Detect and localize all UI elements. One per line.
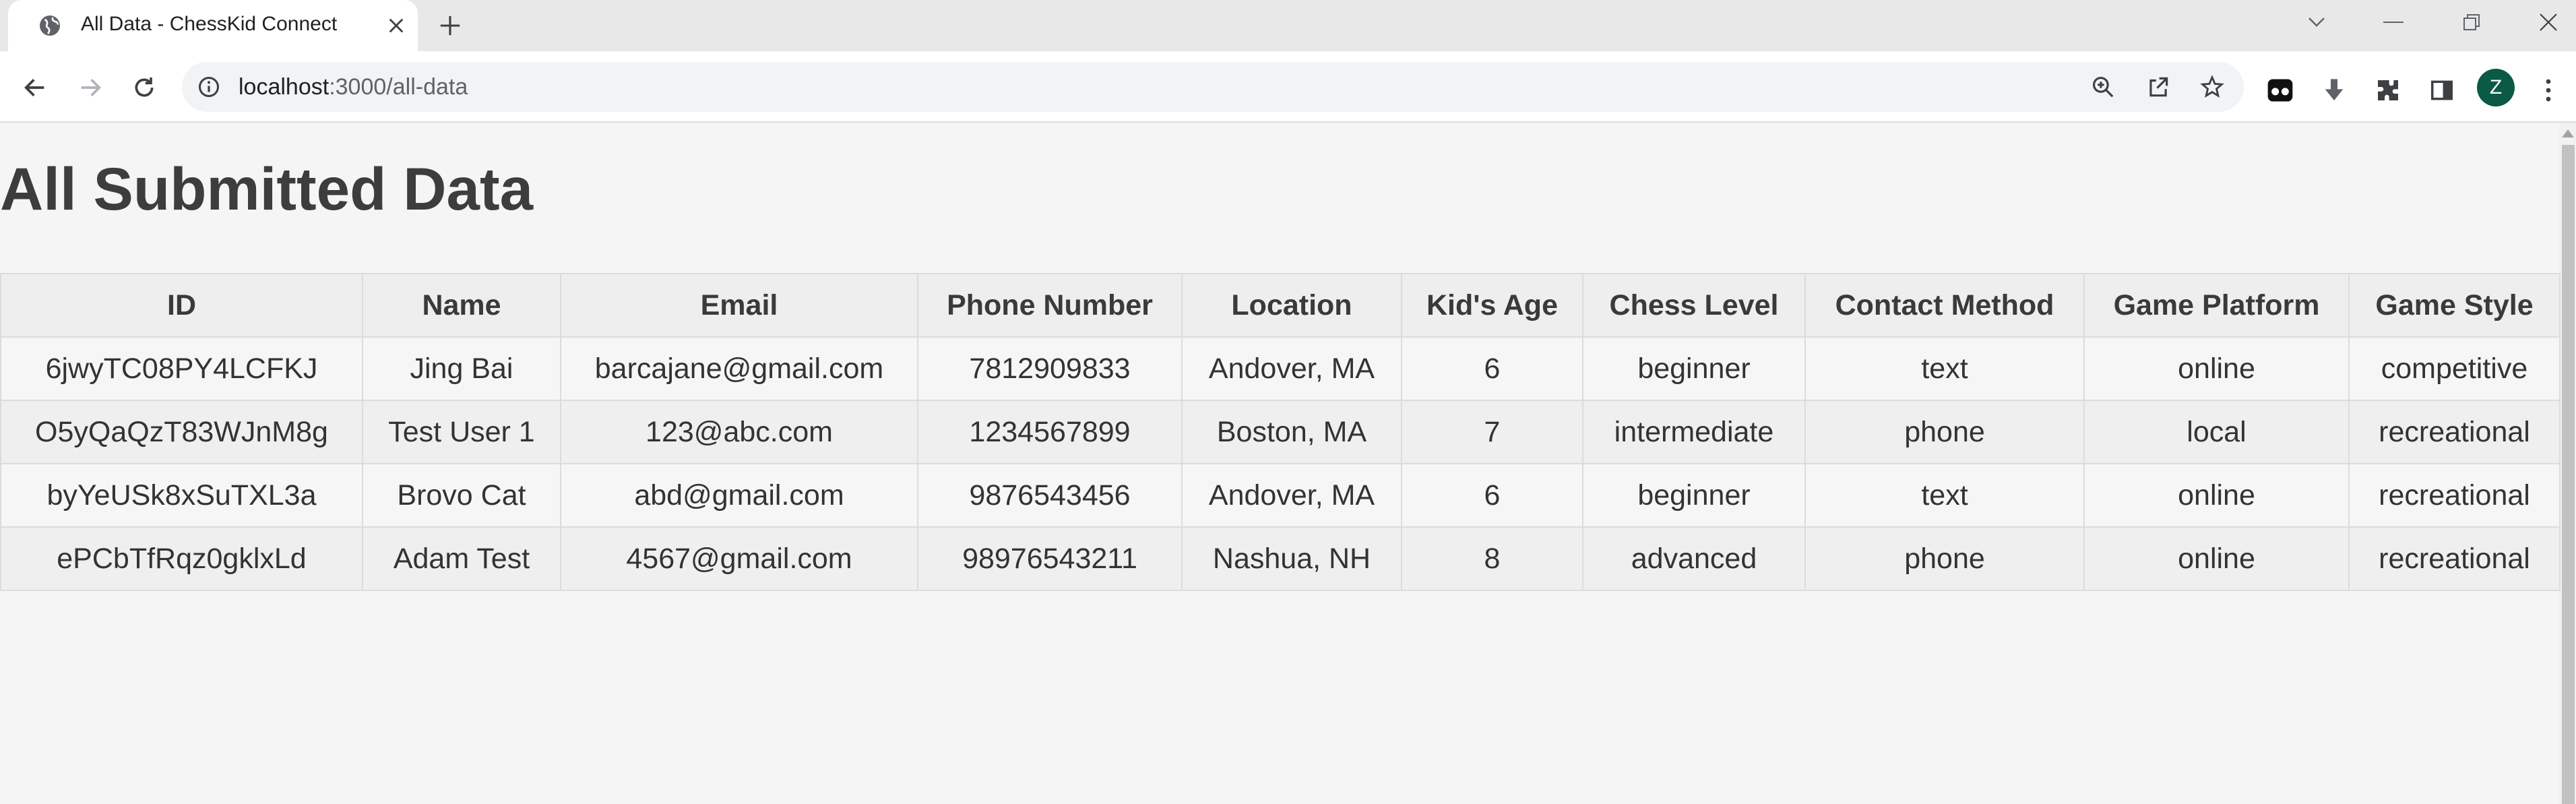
cell-game-platform: online: [2083, 526, 2350, 591]
minimize-icon[interactable]: [2373, 5, 2414, 39]
cell-email: abd@gmail.com: [560, 463, 918, 528]
column-header-name: Name: [362, 273, 561, 338]
cell-game-style: recreational: [2348, 463, 2561, 528]
cell-kids-age: 8: [1401, 526, 1583, 591]
submissions-table: ID Name Email Phone Number Location Kid'…: [0, 273, 2561, 591]
cell-chess-level: advanced: [1582, 526, 1806, 591]
column-header-game-platform: Game Platform: [2083, 273, 2350, 338]
page-title: All Submitted Data: [0, 155, 534, 222]
cell-game-style: recreational: [2348, 400, 2561, 464]
table-row: 6jwyTC08PY4LCFKJ Jing Bai barcajane@gmai…: [0, 336, 2561, 401]
cell-phone: 98976543211: [917, 526, 1183, 591]
cell-location: Boston, MA: [1181, 400, 1402, 464]
column-header-phone: Phone Number: [917, 273, 1183, 338]
cell-phone: 9876543456: [917, 463, 1183, 528]
cell-chess-level: intermediate: [1582, 400, 1806, 464]
cell-id: 6jwyTC08PY4LCFKJ: [0, 336, 363, 401]
cell-phone: 1234567899: [917, 400, 1183, 464]
column-header-chess-level: Chess Level: [1582, 273, 1806, 338]
tab-title: All Data - ChessKid Connect: [81, 13, 338, 35]
profile-avatar[interactable]: Z: [2477, 69, 2515, 106]
cell-game-platform: online: [2083, 463, 2350, 528]
back-arrow-icon[interactable]: [16, 69, 54, 106]
close-tab-icon[interactable]: [383, 12, 410, 39]
cell-kids-age: 6: [1401, 336, 1583, 401]
table-header-row: ID Name Email Phone Number Location Kid'…: [0, 273, 2561, 338]
browser-toolbar: localhost:3000/all-data: [0, 51, 2576, 123]
column-header-id: ID: [0, 273, 363, 338]
scroll-up-arrow-icon[interactable]: [2562, 129, 2574, 137]
cell-email: 123@abc.com: [560, 400, 918, 464]
cell-chess-level: beginner: [1582, 336, 1806, 401]
extensions-puzzle-icon[interactable]: [2369, 71, 2407, 109]
tab-strip: All Data - ChessKid Connect: [0, 0, 2576, 51]
cell-id: byYeUSk8xSuTXL3a: [0, 463, 363, 528]
scrollbar-thumb[interactable]: [2562, 145, 2575, 804]
cell-contact-method: phone: [1804, 400, 2085, 464]
url-text[interactable]: localhost:3000/all-data: [239, 62, 468, 112]
column-header-location: Location: [1181, 273, 1402, 338]
cell-name: Brovo Cat: [362, 463, 561, 528]
cell-chess-level: beginner: [1582, 463, 1806, 528]
close-window-icon[interactable]: [2528, 5, 2569, 39]
cell-location: Andover, MA: [1181, 336, 1402, 401]
cell-game-platform: local: [2083, 400, 2350, 464]
url-path: :3000/all-data: [329, 74, 468, 100]
cell-email: barcajane@gmail.com: [560, 336, 918, 401]
address-bar[interactable]: localhost:3000/all-data: [182, 62, 2244, 112]
more-menu-icon[interactable]: [2530, 71, 2567, 109]
cell-id: ePCbTfRqz0gklxLd: [0, 526, 363, 591]
cell-game-platform: online: [2083, 336, 2350, 401]
cell-contact-method: text: [1804, 463, 2085, 528]
cell-email: 4567@gmail.com: [560, 526, 918, 591]
reload-icon[interactable]: [125, 69, 163, 106]
restore-icon[interactable]: [2451, 5, 2492, 39]
side-panel-icon[interactable]: [2423, 71, 2461, 109]
bookmark-star-icon[interactable]: [2197, 71, 2228, 102]
tab-search-icon[interactable]: [2296, 5, 2337, 39]
download-icon[interactable]: [2315, 71, 2353, 109]
cell-kids-age: 6: [1401, 463, 1583, 528]
cell-contact-method: text: [1804, 336, 2085, 401]
cell-game-style: recreational: [2348, 526, 2561, 591]
zoom-icon[interactable]: [2087, 71, 2118, 102]
cell-name: Adam Test: [362, 526, 561, 591]
share-icon[interactable]: [2143, 71, 2174, 102]
cell-location: Nashua, NH: [1181, 526, 1402, 591]
cell-location: Andover, MA: [1181, 463, 1402, 528]
table-row: ePCbTfRqz0gklxLd Adam Test 4567@gmail.co…: [0, 526, 2561, 591]
browser-tab[interactable]: All Data - ChessKid Connect: [8, 0, 418, 51]
column-header-email: Email: [560, 273, 918, 338]
cell-name: Test User 1: [362, 400, 561, 464]
table-row: O5yQaQzT83WJnM8g Test User 1 123@abc.com…: [0, 400, 2561, 464]
cell-phone: 7812909833: [917, 336, 1183, 401]
globe-icon: [38, 13, 62, 38]
url-host: localhost: [239, 74, 329, 100]
table-row: byYeUSk8xSuTXL3a Brovo Cat abd@gmail.com…: [0, 463, 2561, 528]
cell-contact-method: phone: [1804, 526, 2085, 591]
cell-game-style: competitive: [2348, 336, 2561, 401]
cell-name: Jing Bai: [362, 336, 561, 401]
forward-arrow-icon[interactable]: [71, 69, 109, 106]
column-header-game-style: Game Style: [2348, 273, 2561, 338]
extension-glasses-icon[interactable]: [2261, 71, 2299, 109]
column-header-kids-age: Kid's Age: [1401, 273, 1583, 338]
cell-kids-age: 7: [1401, 400, 1583, 464]
site-info-icon[interactable]: [197, 75, 221, 99]
cell-id: O5yQaQzT83WJnM8g: [0, 400, 363, 464]
column-header-contact-method: Contact Method: [1804, 273, 2085, 338]
new-tab-button[interactable]: [434, 9, 466, 42]
